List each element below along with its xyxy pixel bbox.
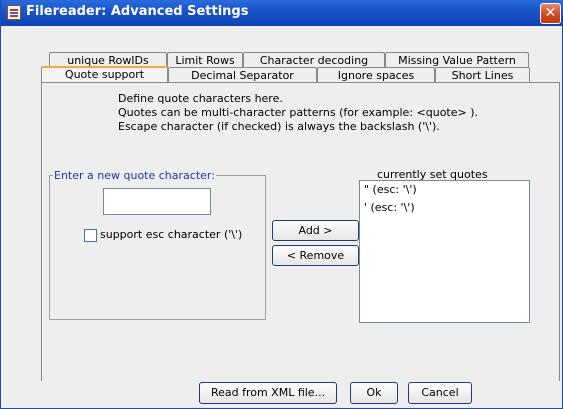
add-button[interactable]: Add > — [272, 220, 359, 241]
description-line-1: Define quote characters here. — [118, 92, 283, 105]
window-title: Filereader: Advanced Settings — [26, 4, 249, 19]
tab-character-decoding[interactable]: Character decoding — [243, 52, 385, 68]
tab-missing-value-pattern[interactable]: Missing Value Pattern — [385, 52, 529, 68]
ok-button[interactable]: Ok — [350, 382, 398, 404]
support-esc-label[interactable]: support esc character ('\') — [100, 228, 242, 241]
support-esc-checkbox[interactable] — [84, 229, 97, 242]
quote-list-item[interactable]: " (esc: '\') — [364, 183, 417, 196]
new-quote-group-title: Enter a new quote character: — [53, 169, 216, 182]
read-from-xml-button[interactable]: Read from XML file... — [199, 382, 337, 404]
quote-list-item[interactable]: ' (esc: '\') — [364, 201, 415, 214]
cancel-button[interactable]: Cancel — [408, 382, 472, 404]
tab-quote-support[interactable]: Quote support — [41, 66, 168, 83]
tab-limit-rows[interactable]: Limit Rows — [167, 52, 243, 68]
tab-decimal-separator[interactable]: Decimal Separator — [168, 67, 317, 83]
description-line-3: Escape character (if checked) is always … — [118, 120, 440, 133]
advanced-settings-dialog: Filereader: Advanced Settings ✕ unique R… — [0, 0, 563, 409]
quote-character-input[interactable] — [103, 188, 211, 215]
remove-button[interactable]: < Remove — [272, 245, 359, 266]
title-bar[interactable]: Filereader: Advanced Settings ✕ — [1, 0, 563, 26]
close-button[interactable]: ✕ — [540, 3, 561, 24]
tab-short-lines[interactable]: Short Lines — [435, 67, 530, 83]
quotes-list[interactable]: " (esc: '\') ' (esc: '\') — [359, 180, 530, 323]
tab-ignore-spaces[interactable]: Ignore spaces — [317, 67, 435, 83]
description-line-2: Quotes can be multi-character patterns (… — [118, 106, 479, 119]
app-icon — [7, 5, 21, 20]
